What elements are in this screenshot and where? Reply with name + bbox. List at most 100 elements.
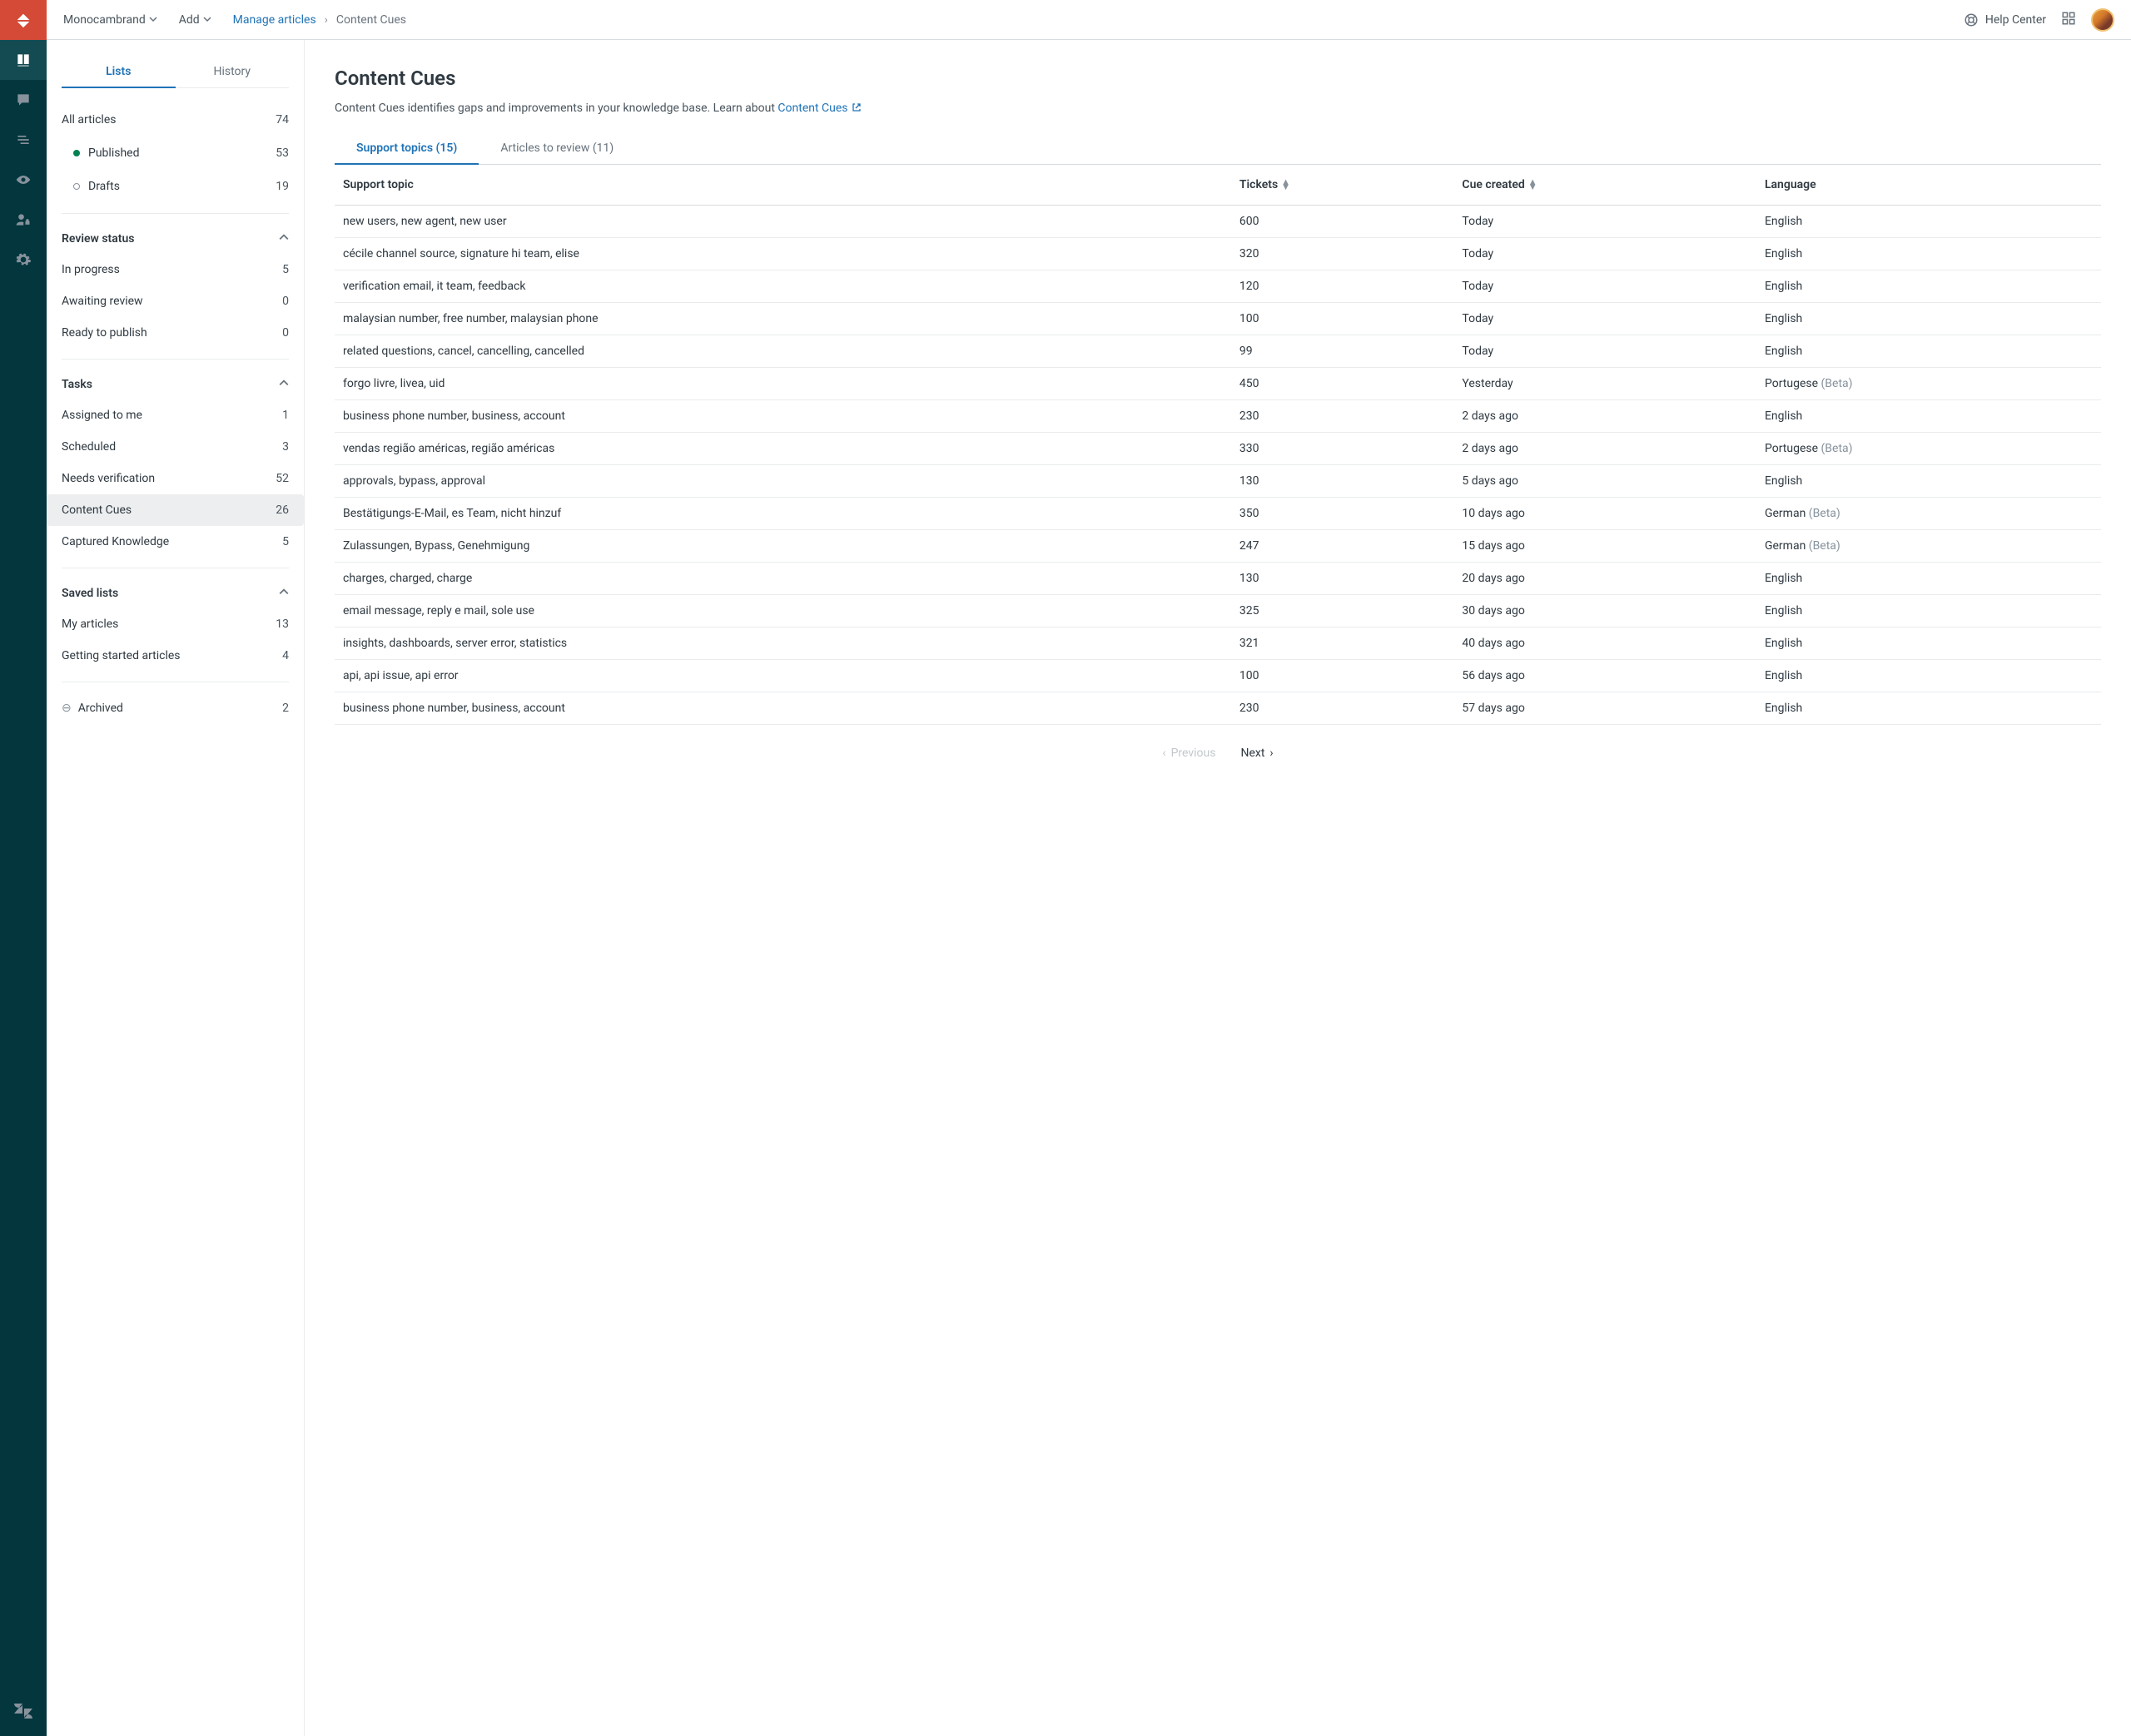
table-row[interactable]: forgo livre, livea, uid450YesterdayPortu… bbox=[335, 368, 2101, 400]
apps-grid-icon[interactable] bbox=[2061, 11, 2076, 29]
table-row[interactable]: api, api issue, api error10056 days agoE… bbox=[335, 660, 2101, 692]
cell-topic: business phone number, business, account bbox=[335, 400, 1231, 433]
brand-selector[interactable]: Monocambrand bbox=[63, 13, 157, 27]
sidebar-section-saved-lists[interactable]: Saved lists bbox=[47, 578, 304, 608]
sidebar-item-label: Scheduled bbox=[62, 440, 116, 454]
help-center-link[interactable]: Help Center bbox=[1964, 12, 2046, 27]
sidebar-item-published[interactable]: Published 53 bbox=[62, 136, 289, 170]
status-dot-published-icon bbox=[73, 150, 80, 156]
sidebar-item-awaiting-review[interactable]: Awaiting review 0 bbox=[47, 285, 304, 317]
sidebar-tabs: Lists History bbox=[62, 57, 289, 88]
nav-knowledge-icon[interactable] bbox=[0, 40, 47, 80]
nav-user-lock-icon[interactable] bbox=[0, 200, 47, 240]
sidebar-item-assigned-to-me[interactable]: Assigned to me 1 bbox=[47, 399, 304, 431]
table-row[interactable]: email message, reply e mail, sole use325… bbox=[335, 595, 2101, 627]
table-row[interactable]: cécile channel source, signature hi team… bbox=[335, 238, 2101, 270]
sidebar-tab-history[interactable]: History bbox=[176, 57, 290, 87]
table-row[interactable]: related questions, cancel, cancelling, c… bbox=[335, 335, 2101, 368]
cell-tickets: 120 bbox=[1231, 270, 1454, 303]
chevron-right-icon: › bbox=[325, 13, 328, 27]
breadcrumb-link-manage[interactable]: Manage articles bbox=[233, 13, 316, 27]
nav-gear-icon[interactable] bbox=[0, 240, 47, 280]
chevron-up-icon bbox=[279, 232, 289, 246]
cell-tickets: 130 bbox=[1231, 465, 1454, 498]
user-avatar[interactable] bbox=[2091, 8, 2114, 32]
sidebar-item-ready-to-publish[interactable]: Ready to publish 0 bbox=[47, 317, 304, 349]
cell-tickets: 247 bbox=[1231, 530, 1454, 563]
cell-tickets: 230 bbox=[1231, 692, 1454, 725]
sidebar-item-all-articles[interactable]: All articles 74 bbox=[62, 103, 289, 136]
chevron-left-icon: ‹ bbox=[1162, 746, 1165, 760]
table-row[interactable]: vendas região américas, região américas3… bbox=[335, 433, 2101, 465]
sidebar-item-count: 26 bbox=[276, 503, 289, 517]
table-row[interactable]: business phone number, business, account… bbox=[335, 400, 2101, 433]
sidebar-item-label: Assigned to me bbox=[62, 409, 142, 422]
cell-tickets: 100 bbox=[1231, 303, 1454, 335]
cell-created: 5 days ago bbox=[1453, 465, 1756, 498]
cell-language: English bbox=[1756, 206, 2101, 238]
product-logo[interactable] bbox=[0, 0, 47, 40]
content-cues-doc-link[interactable]: Content Cues bbox=[777, 102, 861, 115]
sidebar-item-in-progress[interactable]: In progress 5 bbox=[47, 254, 304, 285]
tab-articles-to-review[interactable]: Articles to review (11) bbox=[479, 133, 635, 164]
cell-language: German (Beta) bbox=[1756, 498, 2101, 530]
cell-topic: new users, new agent, new user bbox=[335, 206, 1231, 238]
pager-next[interactable]: Next › bbox=[1240, 746, 1273, 760]
cell-tickets: 350 bbox=[1231, 498, 1454, 530]
cell-language: English bbox=[1756, 563, 2101, 595]
zendesk-logo-icon[interactable] bbox=[0, 1696, 47, 1736]
col-language[interactable]: Language bbox=[1756, 165, 2101, 206]
cell-created: Today bbox=[1453, 238, 1756, 270]
support-topics-table: Support topic Tickets▲▼ Cue created▲▼ La… bbox=[335, 165, 2101, 725]
sidebar-item-count: 0 bbox=[282, 295, 289, 308]
cell-created: 56 days ago bbox=[1453, 660, 1756, 692]
cell-created: Yesterday bbox=[1453, 368, 1756, 400]
cell-topic: verification email, it team, feedback bbox=[335, 270, 1231, 303]
table-row[interactable]: new users, new agent, new user600TodayEn… bbox=[335, 206, 2101, 238]
sidebar-item-scheduled[interactable]: Scheduled 3 bbox=[47, 431, 304, 463]
nav-comment-icon[interactable] bbox=[0, 80, 47, 120]
page-description: Content Cues identifies gaps and improve… bbox=[335, 102, 2101, 115]
add-dropdown[interactable]: Add bbox=[179, 13, 211, 27]
sidebar-item-count: 74 bbox=[276, 113, 289, 126]
sidebar-item-archived[interactable]: ⊖Archived 2 bbox=[47, 692, 304, 724]
table-row[interactable]: charges, charged, charge13020 days agoEn… bbox=[335, 563, 2101, 595]
sidebar-item-label: Drafts bbox=[88, 180, 120, 193]
cell-topic: Zulassungen, Bypass, Genehmigung bbox=[335, 530, 1231, 563]
chevron-up-icon bbox=[279, 587, 289, 600]
cell-tickets: 100 bbox=[1231, 660, 1454, 692]
sidebar-item-label: Awaiting review bbox=[62, 295, 143, 308]
sidebar-item-count: 19 bbox=[276, 180, 289, 193]
cell-topic: malaysian number, free number, malaysian… bbox=[335, 303, 1231, 335]
cell-topic: cécile channel source, signature hi team… bbox=[335, 238, 1231, 270]
sidebar-item-label: All articles bbox=[62, 113, 116, 126]
table-row[interactable]: Zulassungen, Bypass, Genehmigung24715 da… bbox=[335, 530, 2101, 563]
sidebar-item-captured-knowledge[interactable]: Captured Knowledge 5 bbox=[47, 526, 304, 558]
col-tickets[interactable]: Tickets▲▼ bbox=[1231, 165, 1454, 206]
table-row[interactable]: approvals, bypass, approval1305 days ago… bbox=[335, 465, 2101, 498]
cell-created: Today bbox=[1453, 335, 1756, 368]
table-row[interactable]: insights, dashboards, server error, stat… bbox=[335, 627, 2101, 660]
col-support-topic[interactable]: Support topic bbox=[335, 165, 1231, 206]
sidebar-item-label: My articles bbox=[62, 618, 118, 631]
table-row[interactable]: verification email, it team, feedback120… bbox=[335, 270, 2101, 303]
table-row[interactable]: malaysian number, free number, malaysian… bbox=[335, 303, 2101, 335]
sidebar-item-content-cues[interactable]: Content Cues 26 bbox=[47, 494, 304, 526]
sidebar-section-review-status[interactable]: Review status bbox=[47, 224, 304, 254]
sidebar-item-needs-verification[interactable]: Needs verification 52 bbox=[47, 463, 304, 494]
tab-support-topics[interactable]: Support topics (15) bbox=[335, 133, 479, 165]
col-cue-created[interactable]: Cue created▲▼ bbox=[1453, 165, 1756, 206]
nav-arrange-icon[interactable] bbox=[0, 120, 47, 160]
chevron-right-icon: › bbox=[1269, 746, 1273, 760]
table-row[interactable]: business phone number, business, account… bbox=[335, 692, 2101, 725]
sidebar-item-count: 2 bbox=[282, 702, 289, 715]
sidebar-item-drafts[interactable]: Drafts 19 bbox=[62, 170, 289, 203]
sidebar-item-count: 53 bbox=[276, 146, 289, 160]
sidebar-section-tasks[interactable]: Tasks bbox=[47, 370, 304, 399]
table-row[interactable]: Bestätigungs-E-Mail, es Team, nicht hinz… bbox=[335, 498, 2101, 530]
sidebar-item-my-articles[interactable]: My articles 13 bbox=[47, 608, 304, 640]
nav-eye-icon[interactable] bbox=[0, 160, 47, 200]
sidebar-tab-lists[interactable]: Lists bbox=[62, 57, 176, 88]
sidebar-item-label: Archived bbox=[78, 702, 123, 715]
sidebar-item-getting-started[interactable]: Getting started articles 4 bbox=[47, 640, 304, 672]
